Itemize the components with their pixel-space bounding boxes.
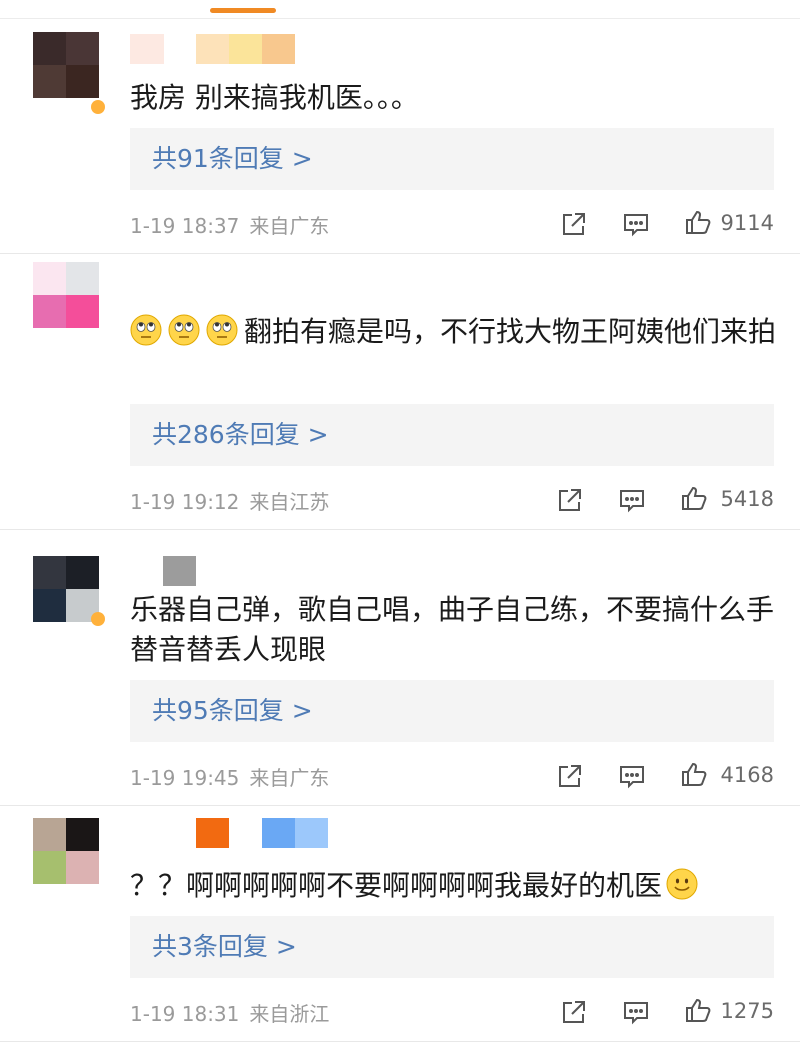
like-count: 4168 <box>720 763 774 787</box>
vip-badge-icon <box>91 100 105 114</box>
thumbs-up-icon[interactable] <box>684 208 712 236</box>
avatar[interactable] <box>33 32 99 98</box>
location: 来自广东 <box>249 214 330 238</box>
comment-meta: 1-19 18:31 来自浙江 <box>130 998 329 1027</box>
comment-text: 乐器自己弹，歌自己唱，曲子自己练，不要搞什么手替音替丢人现眼 <box>130 593 775 666</box>
thumbs-up-icon[interactable] <box>684 996 712 1024</box>
reply-thread-button[interactable]: 共91条回复 > <box>130 128 774 190</box>
rolling-eyes-emoji <box>168 314 200 346</box>
comment-icon[interactable] <box>618 762 646 790</box>
smile-emoji <box>666 868 698 900</box>
comment-item: ？？啊啊啊啊啊不要啊啊啊啊我最好的机医 共3条回复 > 1-19 18:31 来自… <box>0 806 800 1042</box>
like-count: 9114 <box>720 211 774 235</box>
timestamp: 1-19 18:37 <box>130 214 240 238</box>
comment-icon[interactable] <box>618 486 646 514</box>
like-count: 1275 <box>720 999 774 1023</box>
divider <box>0 1041 800 1042</box>
reply-thread-button[interactable]: 共3条回复 > <box>130 916 774 978</box>
share-icon[interactable] <box>560 998 588 1026</box>
reply-thread-button[interactable]: 共95条回复 > <box>130 680 774 742</box>
location: 来自江苏 <box>249 490 330 514</box>
comment-meta: 1-19 19:45 来自广东 <box>130 762 329 791</box>
location: 来自广东 <box>249 766 330 790</box>
comment-item: 翻拍有瘾是吗，不行找大物王阿姨他们来拍 共286条回复 > 1-19 19:12… <box>0 254 800 530</box>
timestamp: 1-19 18:31 <box>130 1002 240 1026</box>
comment-text-content: 翻拍有瘾是吗，不行找大物王阿姨他们来拍 <box>244 315 777 348</box>
reply-count: 共286条回复 > <box>152 420 329 449</box>
avatar[interactable] <box>33 556 99 622</box>
rolling-eyes-emoji <box>130 314 162 346</box>
reply-count: 共91条回复 > <box>152 144 313 173</box>
thumbs-up-icon[interactable] <box>680 760 708 788</box>
share-icon[interactable] <box>556 486 584 514</box>
active-tab-indicator <box>210 8 276 13</box>
rolling-eyes-emoji <box>206 314 238 346</box>
timestamp: 1-19 19:12 <box>130 490 240 514</box>
like-count: 5418 <box>720 487 774 511</box>
reply-count: 共3条回复 > <box>152 932 297 961</box>
location: 来自浙江 <box>249 1002 330 1026</box>
share-icon[interactable] <box>560 210 588 238</box>
comment-text: ？？啊啊啊啊啊不要啊啊啊啊我最好的机医 <box>130 866 780 906</box>
vip-badge-icon <box>91 612 105 626</box>
avatar[interactable] <box>33 818 99 884</box>
reply-count: 共95条回复 > <box>152 696 313 725</box>
timestamp: 1-19 19:45 <box>130 766 240 790</box>
comment-icon[interactable] <box>622 210 650 238</box>
comment-text: 翻拍有瘾是吗，不行找大物王阿姨他们来拍 <box>130 312 780 352</box>
comment-meta: 1-19 18:37 来自广东 <box>130 210 329 239</box>
comment-item: 我房 别来搞我机医。。。 共91条回复 > 1-19 18:37 来自广东 911… <box>0 18 800 254</box>
comment-text: 我房 别来搞我机医。。。 <box>130 81 419 114</box>
comment-item: 乐器自己弹，歌自己唱，曲子自己练，不要搞什么手替音替丢人现眼 共95条回复 > … <box>0 530 800 806</box>
comment-text-content: ？？啊啊啊啊啊不要啊啊啊啊我最好的机医 <box>130 869 663 902</box>
comment-icon[interactable] <box>622 998 650 1026</box>
comment-meta: 1-19 19:12 来自江苏 <box>130 486 329 515</box>
share-icon[interactable] <box>556 762 584 790</box>
avatar[interactable] <box>33 262 99 328</box>
thumbs-up-icon[interactable] <box>680 484 708 512</box>
reply-thread-button[interactable]: 共286条回复 > <box>130 404 774 466</box>
